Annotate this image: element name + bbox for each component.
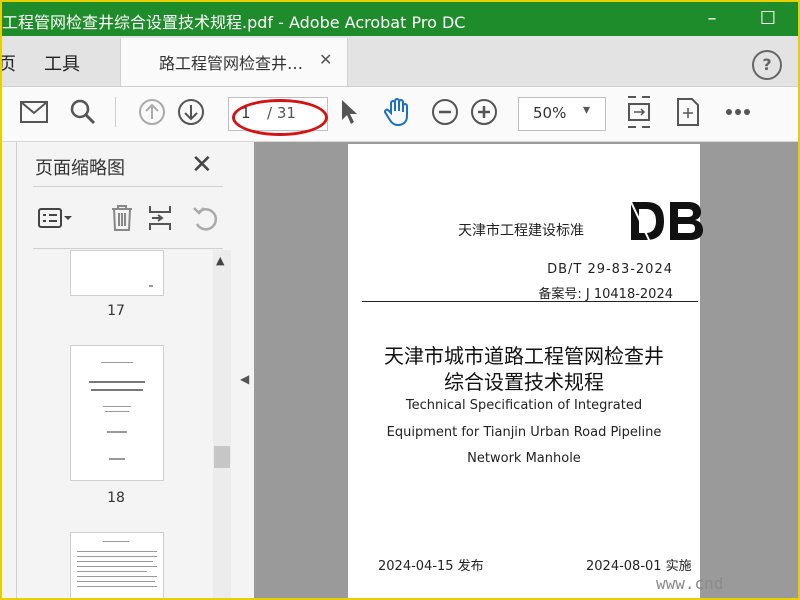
thumbnail-text xyxy=(103,541,129,542)
panel-divider xyxy=(33,186,223,187)
rotate-page-icon[interactable] xyxy=(671,95,705,129)
maximize-button[interactable]: ☐ xyxy=(754,6,782,32)
menu-home[interactable]: 页 xyxy=(2,50,16,76)
standard-number: DB/T 29-83-2024 xyxy=(547,262,673,277)
collapse-panel-icon[interactable]: ◀ xyxy=(240,372,249,386)
record-number: 备案号: J 10418-2024 xyxy=(538,287,673,302)
thumbnail-panel: 页面缩略图 ✕ 17 18 ▲ xyxy=(16,142,239,598)
toolbar-divider xyxy=(115,97,116,127)
more-icon[interactable] xyxy=(721,95,755,129)
help-icon[interactable]: ? xyxy=(752,50,782,80)
page-up-icon[interactable] xyxy=(135,95,169,129)
issuer-text: 天津市工程建设标准 xyxy=(458,223,584,239)
thumbnail-text xyxy=(107,431,127,433)
scroll-up-icon[interactable]: ▲ xyxy=(216,254,224,267)
thumbnail-text xyxy=(105,411,129,412)
thumbnail-page-19[interactable] xyxy=(70,532,164,598)
title-en-line3: Network Manhole xyxy=(467,451,581,466)
title-cn-line2: 综合设置技术规程 xyxy=(444,370,604,394)
thumbnail-list: 17 18 xyxy=(17,250,213,598)
insert-page-icon[interactable] xyxy=(143,202,179,234)
thumbnail-text xyxy=(77,566,157,567)
title-rule xyxy=(362,301,698,302)
page-down-icon[interactable] xyxy=(174,95,208,129)
options-icon[interactable] xyxy=(37,202,73,234)
thumbnail-text xyxy=(101,362,133,363)
thumbnail-scrollbar[interactable]: ▲ xyxy=(213,250,231,598)
thumbnail-page-18[interactable] xyxy=(70,345,164,481)
close-icon[interactable]: ✕ xyxy=(191,150,213,180)
thumbnail-text xyxy=(91,389,143,391)
title-cn-line1: 天津市城市道路工程管网检查井 xyxy=(384,344,664,368)
minimize-button[interactable]: – xyxy=(698,6,726,32)
window-title: 工程管网检查井综合设置技术规程.pdf - Adobe Acrobat Pro … xyxy=(2,13,466,32)
implement-date: 2024-08-01 实施 xyxy=(586,559,692,574)
thumbnail-number: 17 xyxy=(107,303,125,319)
panel-divider xyxy=(33,248,223,249)
hand-tool-icon[interactable] xyxy=(380,95,414,129)
title-en-line1: Technical Specification of Integrated xyxy=(405,398,643,413)
zoom-level-select[interactable]: 50% ▾ xyxy=(518,97,606,131)
select-arrow-icon[interactable] xyxy=(332,95,366,129)
thumbnail-text xyxy=(109,458,125,460)
document-viewer: 天津市工程建设标准 DB DB/T 29-83-2024 备案号: J 1041… xyxy=(254,142,798,598)
thumbnail-number: 18 xyxy=(107,490,125,506)
thumbnail-text xyxy=(77,586,157,587)
thumbnail-text xyxy=(77,576,157,577)
thumbnail-text xyxy=(77,556,157,557)
document-tab[interactable]: 路工程管网检查井… ✕ xyxy=(120,38,348,86)
logo-text: DB xyxy=(628,198,630,199)
thumbnail-text xyxy=(77,551,157,552)
zoom-out-icon[interactable] xyxy=(428,95,462,129)
search-icon[interactable] xyxy=(66,95,100,129)
toolbar: 1 / 31 50% ▾ xyxy=(2,87,798,142)
mail-icon[interactable] xyxy=(17,95,51,129)
pdf-page: 天津市工程建设标准 DB DB/T 29-83-2024 备案号: J 1041… xyxy=(348,144,703,598)
thumbnail-text xyxy=(77,581,155,582)
title-bar: 工程管网检查井综合设置技术规程.pdf - Adobe Acrobat Pro … xyxy=(2,2,798,36)
trash-icon[interactable] xyxy=(104,202,140,234)
app-window: 工程管网检查井综合设置技术规程.pdf - Adobe Acrobat Pro … xyxy=(0,0,800,600)
chevron-down-icon: ▾ xyxy=(583,102,591,118)
db-logo: DB xyxy=(628,198,703,243)
undo-icon[interactable] xyxy=(187,202,223,234)
thumbnail-page-17[interactable] xyxy=(70,250,164,296)
thumbnail-text xyxy=(103,406,131,407)
scrollbar-thumb[interactable] xyxy=(214,446,230,468)
thumbnail-text xyxy=(89,381,145,383)
menu-tools[interactable]: 工具 xyxy=(44,50,80,76)
thumbnail-text xyxy=(77,571,147,572)
document-tab-label: 路工程管网检查井… xyxy=(159,54,304,73)
zoom-value: 50% xyxy=(533,104,567,122)
thumbnail-text xyxy=(149,285,153,287)
title-en-line2: Equipment for Tianjin Urban Road Pipelin… xyxy=(386,425,662,440)
zoom-in-icon[interactable] xyxy=(467,95,501,129)
highlight-ellipse xyxy=(232,99,328,136)
fit-page-icon[interactable] xyxy=(622,95,656,129)
release-date: 2024-04-15 发布 xyxy=(378,559,484,574)
panel-title: 页面缩略图 xyxy=(35,158,125,179)
thumbnail-text xyxy=(77,561,153,562)
watermark: www.cnd xyxy=(656,574,724,593)
close-tab-icon[interactable]: ✕ xyxy=(319,50,332,69)
